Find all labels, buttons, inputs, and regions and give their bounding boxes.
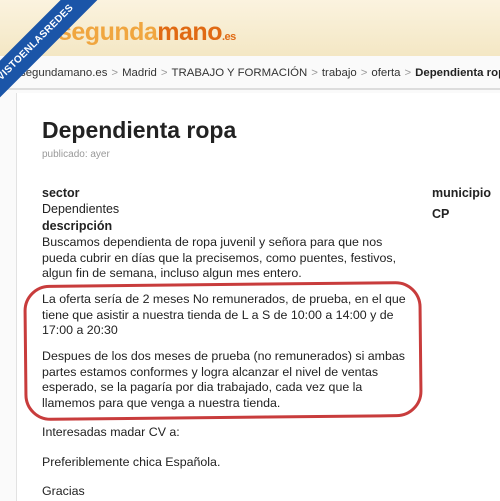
- breadcrumb: segundamano.es > Madrid > TRABAJO Y FORMACIÓ…: [20, 67, 500, 79]
- description-label: descripción: [42, 219, 113, 233]
- breadcrumb-item[interactable]: TRABAJO Y FORMACIÓN: [172, 67, 308, 79]
- published-date: publicado: ayer: [42, 149, 110, 160]
- breadcrumb-separator: >: [160, 67, 168, 79]
- breadcrumb-separator: >: [111, 67, 119, 79]
- logo-part-mano: mano: [157, 18, 222, 46]
- description-paragraph-cv: Interesadas madar CV a:: [42, 425, 180, 439]
- breadcrumb-separator: >: [404, 67, 412, 79]
- ad-title: Dependienta ropa: [42, 117, 237, 143]
- cp-label: CP: [432, 207, 450, 221]
- sector-value: Dependientes: [42, 202, 120, 216]
- sector-label: sector: [42, 186, 80, 200]
- header-divider: [0, 88, 500, 90]
- description-paragraph-intro: Buscamos dependienta de ropa juvenil y s…: [42, 235, 397, 280]
- description-paragraph-preference: Preferiblemente chica Española.: [42, 455, 221, 469]
- breadcrumb-item[interactable]: trabajo: [322, 67, 357, 79]
- description-paragraph-thanks: Gracias: [42, 484, 85, 498]
- red-highlight-oval: [23, 280, 423, 422]
- breadcrumb-item[interactable]: Madrid: [122, 67, 157, 79]
- breadcrumb-item[interactable]: oferta: [371, 67, 400, 79]
- breadcrumb-current: Dependienta ropa: [415, 67, 500, 79]
- breadcrumb-separator: >: [311, 67, 318, 79]
- logo-part-es: .es: [221, 31, 236, 43]
- breadcrumb-separator: >: [360, 67, 368, 79]
- site-logo[interactable]: segundamano.es: [58, 18, 236, 47]
- municipio-label: municipio: [432, 186, 492, 200]
- breadcrumb-item[interactable]: segundamano.es: [20, 67, 107, 79]
